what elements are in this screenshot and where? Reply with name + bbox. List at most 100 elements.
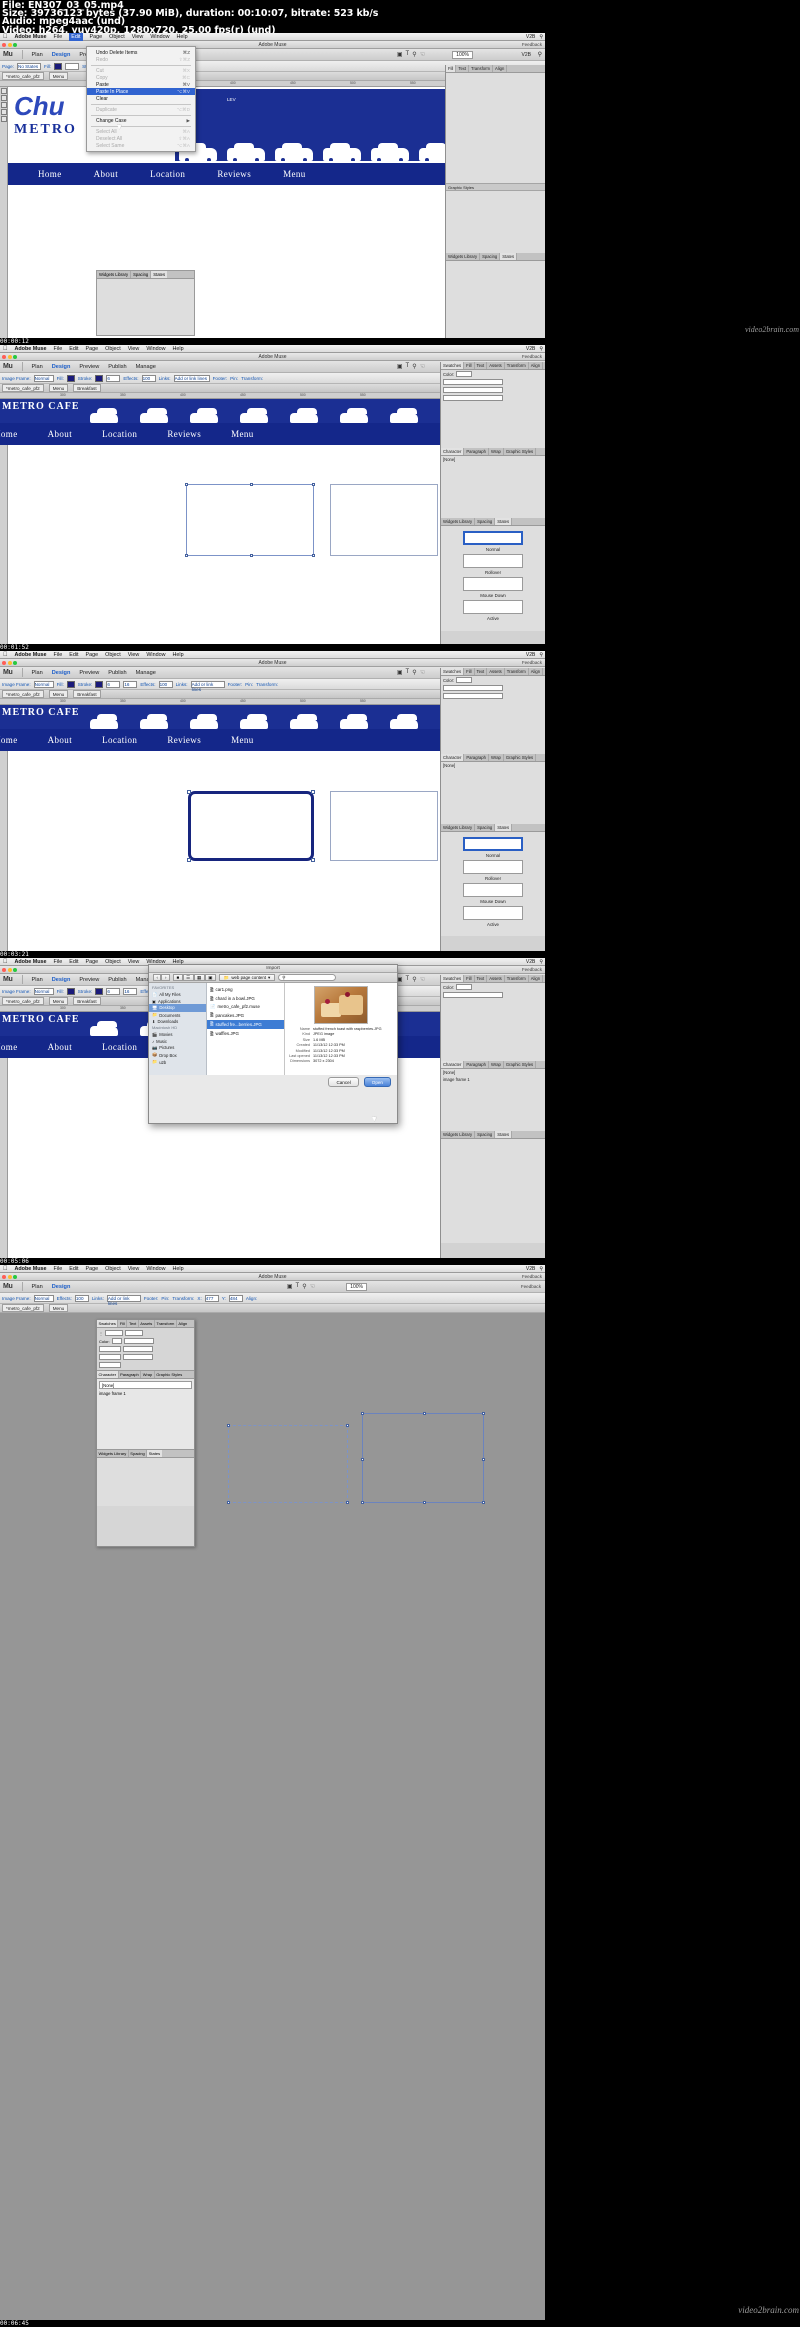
minimize-icon[interactable] bbox=[7, 354, 12, 359]
design-canvas-5[interactable]: Swatches Fill Text Assets Transform Alig… bbox=[0, 1313, 545, 2320]
dock-tab-fill[interactable]: Fill bbox=[464, 362, 475, 369]
dock-tabs-bottom-1[interactable]: Widgets Library Spacing States bbox=[446, 253, 545, 261]
state-swatch-rollover[interactable] bbox=[463, 860, 523, 874]
crop-icon[interactable]: ▣ bbox=[397, 669, 403, 676]
dock-tab-fill[interactable]: Fill bbox=[464, 975, 475, 982]
site-navbar-3[interactable]: Home About Location Reviews Menu bbox=[0, 729, 440, 751]
nav-item-about[interactable]: About bbox=[48, 429, 73, 439]
nav-item-location[interactable]: Location bbox=[150, 169, 185, 179]
menu-page[interactable]: Page bbox=[90, 34, 103, 40]
dock-tab-character[interactable]: Character bbox=[441, 754, 465, 761]
nav-item-home[interactable]: Home bbox=[0, 1042, 18, 1052]
zoom-level[interactable]: 100% bbox=[346, 1282, 367, 1291]
dock-tab-widgets-library[interactable]: Widgets Library bbox=[446, 253, 481, 260]
menu-edit[interactable]: Edit bbox=[69, 1266, 78, 1272]
panel-tabs-bottom-5[interactable]: Widgets Library Spacing States bbox=[97, 1449, 194, 1458]
menu-view[interactable]: View bbox=[128, 959, 140, 965]
dock-tab-align[interactable]: Align bbox=[493, 65, 508, 72]
site-navbar-2[interactable]: Home About Location Reviews Menu bbox=[0, 423, 440, 445]
menu-help[interactable]: Help bbox=[173, 346, 184, 352]
mode-publish[interactable]: Publish bbox=[108, 977, 126, 983]
file-row[interactable]: 🖻 car1.png bbox=[207, 985, 284, 994]
crop-icon[interactable]: ▣ bbox=[397, 51, 403, 58]
dock-tab-states[interactable]: States bbox=[495, 1131, 513, 1138]
slider-field[interactable] bbox=[443, 379, 503, 385]
dock-tab-states[interactable]: States bbox=[500, 253, 518, 260]
menu-file[interactable]: File bbox=[54, 346, 63, 352]
dock-tab-text[interactable]: Text bbox=[475, 975, 488, 982]
dock-tab-paragraph[interactable]: Paragraph bbox=[464, 1061, 489, 1068]
dock-tab-text[interactable]: Text bbox=[475, 362, 488, 369]
search-icon[interactable]: ⚲ bbox=[539, 1266, 543, 1272]
feedback-link[interactable]: Feedback bbox=[522, 354, 542, 359]
tool-cluster[interactable]: ▣ T ⚲ ☜ bbox=[397, 976, 425, 983]
fill-swatch[interactable] bbox=[66, 987, 75, 995]
file-row[interactable]: 🖻 chard in a bowl.JPG bbox=[207, 994, 284, 1003]
corner-radius-field[interactable]: 16 bbox=[123, 987, 138, 995]
state-swatch-active[interactable] bbox=[463, 600, 523, 614]
panel-tab-text[interactable]: Text bbox=[127, 1320, 139, 1327]
dock-tabs-top-1[interactable]: Fill Text Transform Align bbox=[446, 65, 545, 73]
value-field[interactable] bbox=[125, 1330, 143, 1336]
dock-tab-widgets-library[interactable]: Widgets Library bbox=[441, 518, 476, 525]
corner-radius-field[interactable]: 16 bbox=[123, 680, 138, 688]
tab-menu[interactable]: Menu bbox=[48, 72, 69, 80]
mode-plan[interactable]: Plan bbox=[32, 52, 43, 58]
menu-window[interactable]: Window bbox=[150, 34, 169, 40]
panel-body-mid-5[interactable]: [None] image frame 1 bbox=[97, 1379, 194, 1449]
nav-item-about[interactable]: About bbox=[48, 1042, 73, 1052]
file-row[interactable]: 🖻 waffles.JPG bbox=[207, 1029, 284, 1038]
menu-file[interactable]: File bbox=[54, 34, 63, 40]
menu-help[interactable]: Help bbox=[177, 34, 188, 40]
import-sidebar[interactable]: FAVORITES 📄 All My Files ▣ Applications … bbox=[149, 983, 207, 1075]
feedback-link[interactable]: Feedback bbox=[522, 42, 542, 47]
image-frame-value[interactable]: Normal bbox=[33, 1294, 54, 1302]
mode-publish[interactable]: Publish bbox=[108, 670, 126, 676]
dock-tabs-bottom-3[interactable]: Widgets Library Spacing States bbox=[441, 824, 545, 832]
effects-field[interactable]: 100 bbox=[141, 374, 156, 382]
rectangle-tool-icon[interactable] bbox=[0, 95, 7, 101]
mac-menubar-5[interactable]:  Adobe Muse File Edit Page Object View … bbox=[0, 1265, 545, 1273]
zoom-level[interactable]: 100% bbox=[452, 50, 473, 59]
color-field[interactable] bbox=[456, 371, 473, 377]
stroke-swatch[interactable] bbox=[95, 374, 104, 382]
state-swatch-rollover[interactable] bbox=[463, 554, 523, 568]
right-dock-3[interactable]: Swatches Fill Text Assets Transform Alig… bbox=[440, 668, 545, 951]
dock-tab-assets[interactable]: Assets bbox=[487, 362, 505, 369]
right-dock-4[interactable]: Swatches Fill Text Assets Transform Alig… bbox=[440, 975, 545, 1258]
minimize-icon[interactable] bbox=[7, 660, 12, 665]
sidebar-item-documents[interactable]: 📁 Documents bbox=[149, 1012, 206, 1019]
dock-tab-spacing[interactable]: Spacing bbox=[475, 824, 496, 831]
panel-tabs-top-5[interactable]: Swatches Fill Text Assets Transform Alig… bbox=[97, 1320, 194, 1328]
mode-plan[interactable]: Plan bbox=[32, 670, 43, 676]
zoom-icon[interactable]: ⚲ bbox=[412, 363, 416, 370]
image-frame-value[interactable]: Normal bbox=[33, 987, 54, 995]
panel-tabs-1[interactable]: Widgets Library Spacing States bbox=[97, 271, 194, 279]
value-field[interactable] bbox=[99, 1362, 121, 1368]
search-icon[interactable]: ⚲ bbox=[539, 34, 543, 40]
state-swatch-normal[interactable] bbox=[463, 837, 523, 851]
panel-tab-swatches[interactable]: Swatches bbox=[97, 1320, 119, 1327]
text-tool-icon[interactable]: T bbox=[296, 1283, 300, 1290]
mode-design[interactable]: Design bbox=[52, 52, 71, 58]
mode-design[interactable]: Design bbox=[52, 1284, 71, 1290]
tab-menu[interactable]: Menu bbox=[48, 997, 69, 1005]
menu-item-undo[interactable]: Undo Delete Items ⌘Z bbox=[87, 49, 195, 56]
dock-tab-graphic-styles[interactable]: Graphic Styles bbox=[504, 1061, 537, 1068]
nav-item-location[interactable]: Location bbox=[102, 429, 137, 439]
panel-tabs-mid-5[interactable]: Character Paragraph Wrap Graphic Styles bbox=[97, 1370, 194, 1379]
links-field[interactable]: Add or link lines bbox=[106, 1294, 141, 1306]
menu-item-paste[interactable]: Paste ⌘V bbox=[87, 81, 195, 88]
hand-icon[interactable]: ☜ bbox=[420, 51, 425, 58]
apple-icon[interactable]:  bbox=[3, 652, 8, 658]
select-tool-icon[interactable] bbox=[0, 88, 7, 94]
dock-tabs-top-3[interactable]: Swatches Fill Text Assets Transform Alig… bbox=[441, 668, 545, 676]
menu-item-paste-in-place[interactable]: Paste In Place ⌥⌘V bbox=[87, 88, 195, 95]
tool-cluster[interactable]: ▣ T ⚲ ☜ bbox=[287, 1283, 315, 1290]
menu-edit[interactable]: Edit bbox=[69, 33, 83, 41]
tool-cluster[interactable]: ▣ T ⚲ ☜ bbox=[397, 669, 425, 676]
mode-preview[interactable]: Preview bbox=[79, 670, 99, 676]
minimize-icon[interactable] bbox=[7, 1274, 12, 1279]
zoom-tool-icon[interactable] bbox=[0, 116, 7, 122]
maximize-icon[interactable] bbox=[13, 660, 18, 665]
